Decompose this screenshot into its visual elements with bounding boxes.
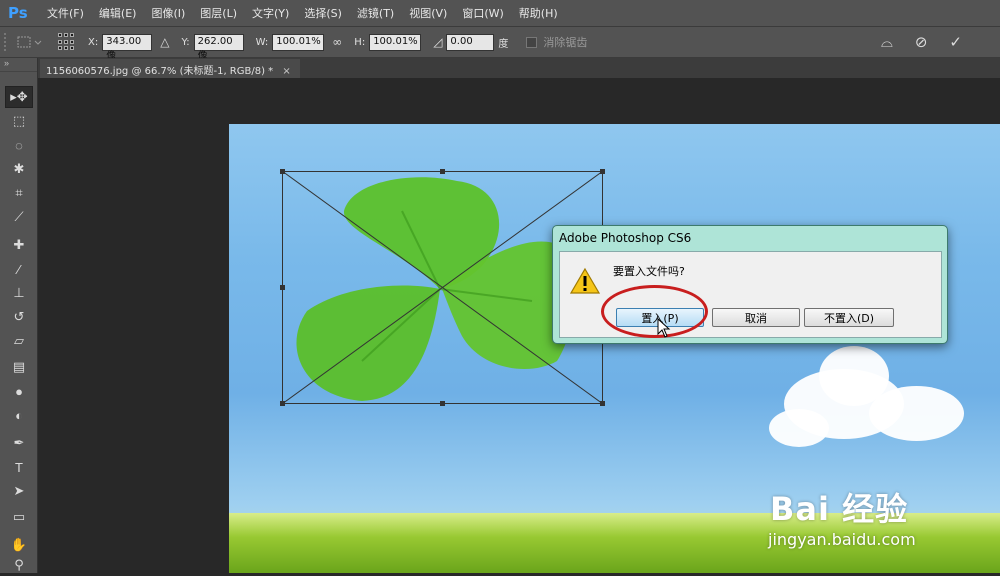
tools-panel: » ▸✥ ⬚ ◌ ✱ ⌗ ⟋ ✚ ⁄ ⊥ ↺ ▱ ▤ ● ◐ ✒ T ➤ ▭ ✋… [0, 58, 38, 573]
h-label: H: [354, 36, 366, 48]
annotation-circle [601, 285, 708, 338]
clone-stamp-tool-icon[interactable]: ⊥ [5, 282, 33, 304]
cancel-button[interactable]: 取消 [712, 308, 800, 327]
photoshop-logo[interactable]: Ps [0, 4, 40, 22]
transform-handle[interactable] [600, 169, 605, 174]
hand-tool-icon[interactable]: ✋ [5, 534, 33, 556]
transform-handle[interactable] [280, 169, 285, 174]
menu-image[interactable]: 图像(I) [144, 5, 193, 21]
marquee-tool-icon[interactable]: ⬚ [5, 110, 33, 132]
transform-handle[interactable] [440, 401, 445, 406]
type-tool-icon[interactable]: T [5, 456, 33, 478]
pen-tool-icon[interactable]: ✒ [5, 432, 33, 454]
transform-handle[interactable] [440, 169, 445, 174]
menu-bar: Ps 文件(F) 编辑(E) 图像(I) 图层(L) 文字(Y) 选择(S) 滤… [0, 0, 1000, 26]
angle-field[interactable]: 0.00 [446, 33, 495, 51]
y-field[interactable]: 262.00 像 [193, 33, 244, 62]
menu-type[interactable]: 文字(Y) [245, 5, 297, 21]
dodge-tool-icon[interactable]: ◐ [5, 404, 33, 426]
cloud [869, 386, 964, 441]
reference-point-grid-icon[interactable] [58, 33, 76, 51]
menu-select[interactable]: 选择(S) [297, 5, 350, 21]
x-field[interactable]: 343.00 像 [102, 33, 153, 62]
options-grip[interactable] [4, 33, 10, 51]
menu-help[interactable]: 帮助(H) [512, 5, 566, 21]
path-selection-tool-icon[interactable]: ➤ [5, 480, 33, 502]
menu-window[interactable]: 窗口(W) [455, 5, 511, 21]
eraser-tool-icon[interactable]: ▱ [5, 330, 33, 352]
options-bar: X: 343.00 像 △ Y: 262.00 像 W: 100.01% ∞ H… [0, 26, 1000, 62]
menu-file[interactable]: 文件(F) [40, 5, 92, 21]
x-label: X: [88, 36, 99, 48]
blur-tool-icon[interactable]: ● [5, 380, 33, 402]
brush-tool-icon[interactable]: ⁄ [5, 258, 33, 280]
width-field[interactable]: 100.01% [272, 33, 325, 51]
warp-mode-icon[interactable]: ⌓ [881, 33, 893, 51]
healing-brush-tool-icon[interactable]: ✚ [5, 234, 33, 256]
w-label: W: [255, 36, 269, 48]
close-tab-icon[interactable]: × [282, 66, 290, 77]
menu-filter[interactable]: 滤镜(T) [350, 5, 402, 21]
magic-wand-tool-icon[interactable]: ✱ [5, 158, 33, 180]
menu-edit[interactable]: 编辑(E) [92, 5, 145, 21]
tools-panel-collapse-icon[interactable]: » [0, 58, 37, 72]
document-tab[interactable]: 1156060576.jpg @ 66.7% (未标题-1, RGB/8) * … [40, 59, 300, 78]
document-tab-bar: 1156060576.jpg @ 66.7% (未标题-1, RGB/8) * … [38, 58, 1000, 78]
transform-handle[interactable] [600, 401, 605, 406]
baidu-jingyan-watermark: Bai 经验 [770, 490, 909, 528]
angle-unit: 度 [498, 38, 509, 50]
antialias-checkbox[interactable] [526, 36, 538, 48]
height-field[interactable]: 100.01% [369, 33, 422, 51]
transform-tool-preset-icon[interactable] [16, 32, 46, 52]
link-icon[interactable]: ∞ [332, 35, 342, 49]
transform-handle[interactable] [280, 401, 285, 406]
dont-place-button[interactable]: 不置入(D) [804, 308, 894, 327]
eyedropper-tool-icon[interactable]: ⟋ [5, 206, 33, 228]
relative-position-icon[interactable]: △ [160, 35, 169, 49]
menu-layer[interactable]: 图层(L) [193, 5, 245, 21]
transform-handle[interactable] [280, 285, 285, 290]
document-tab-title: 1156060576.jpg @ 66.7% (未标题-1, RGB/8) * [46, 66, 274, 77]
antialias-label: 消除锯齿 [543, 36, 588, 49]
warning-icon [570, 267, 600, 294]
dialog-message: 要置入文件吗? [613, 265, 685, 278]
crop-tool-icon[interactable]: ⌗ [5, 182, 33, 204]
y-label: Y: [181, 36, 190, 48]
history-brush-tool-icon[interactable]: ↺ [5, 306, 33, 328]
dialog-title: Adobe Photoshop CS6 [559, 231, 692, 245]
move-tool-icon[interactable]: ▸✥ [5, 86, 33, 108]
commit-transform-icon[interactable]: ✓ [949, 33, 962, 51]
mouse-cursor-icon [657, 318, 671, 338]
cancel-transform-icon[interactable]: ⊘ [915, 33, 928, 51]
rectangle-tool-icon[interactable]: ▭ [5, 506, 33, 528]
angle-icon: ◿ [433, 35, 443, 49]
watermark-url: jingyan.baidu.com [768, 530, 916, 549]
lasso-tool-icon[interactable]: ◌ [5, 134, 33, 156]
cloud [769, 409, 829, 447]
gradient-tool-icon[interactable]: ▤ [5, 356, 33, 378]
menu-view[interactable]: 视图(V) [402, 5, 455, 21]
